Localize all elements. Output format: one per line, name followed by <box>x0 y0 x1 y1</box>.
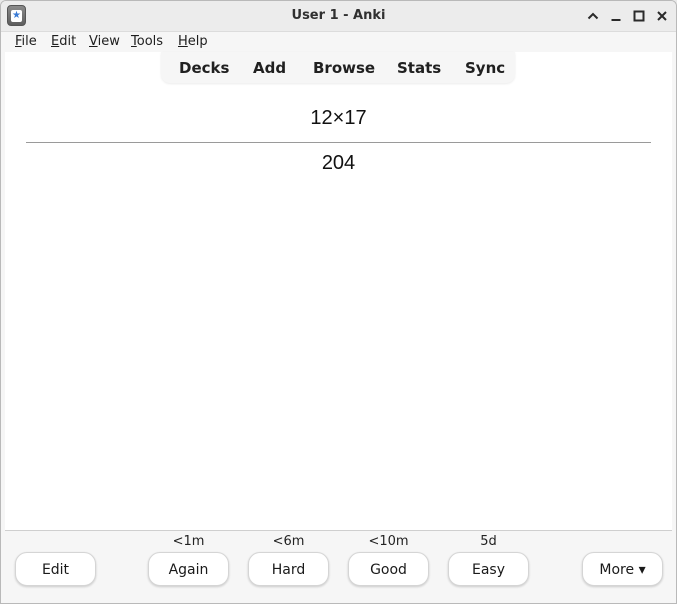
menu-bar: File Edit View Tools Help <box>1 32 676 52</box>
card-question: 12×17 <box>310 107 367 129</box>
anki-window: User 1 - Anki File Edit View Tools Help … <box>0 0 677 604</box>
edit-button[interactable]: Edit <box>15 552 96 586</box>
card-answer: 204 <box>321 152 356 174</box>
hard-button[interactable]: Hard <box>248 552 329 586</box>
close-icon[interactable] <box>653 7 671 25</box>
tab-stats[interactable]: Stats <box>397 59 441 77</box>
maximize-icon[interactable] <box>630 7 648 25</box>
easy-interval: 5d <box>480 534 497 549</box>
tab-decks[interactable]: Decks <box>179 59 229 77</box>
answer-divider <box>26 142 651 143</box>
more-button[interactable]: More ▾ <box>582 552 663 586</box>
tab-browse[interactable]: Browse <box>313 59 375 77</box>
window-title: User 1 - Anki <box>291 8 386 23</box>
tab-sync[interactable]: Sync <box>465 59 505 77</box>
good-interval: <10m <box>368 534 409 549</box>
good-button[interactable]: Good <box>348 552 429 586</box>
menu-help[interactable]: Help <box>178 34 208 50</box>
minimize-icon[interactable] <box>607 7 625 25</box>
again-interval: <1m <box>172 534 205 549</box>
hard-interval: <6m <box>272 534 305 549</box>
card-content-area: Decks Add Browse Stats Sync 12×17 204 <box>5 52 672 530</box>
menu-view[interactable]: View <box>89 34 120 50</box>
chevron-up-icon[interactable] <box>584 7 602 25</box>
menu-edit[interactable]: Edit <box>51 34 76 50</box>
tab-add[interactable]: Add <box>253 59 286 77</box>
review-bottom-bar: Edit <1m Again <6m Hard <10m Good 5d Eas… <box>5 530 672 603</box>
menu-tools[interactable]: Tools <box>131 34 163 50</box>
top-navigation: Decks Add Browse Stats Sync <box>161 52 515 83</box>
title-bar: User 1 - Anki <box>1 1 676 32</box>
easy-button[interactable]: Easy <box>448 552 529 586</box>
menu-file[interactable]: File <box>15 34 37 50</box>
again-button[interactable]: Again <box>148 552 229 586</box>
